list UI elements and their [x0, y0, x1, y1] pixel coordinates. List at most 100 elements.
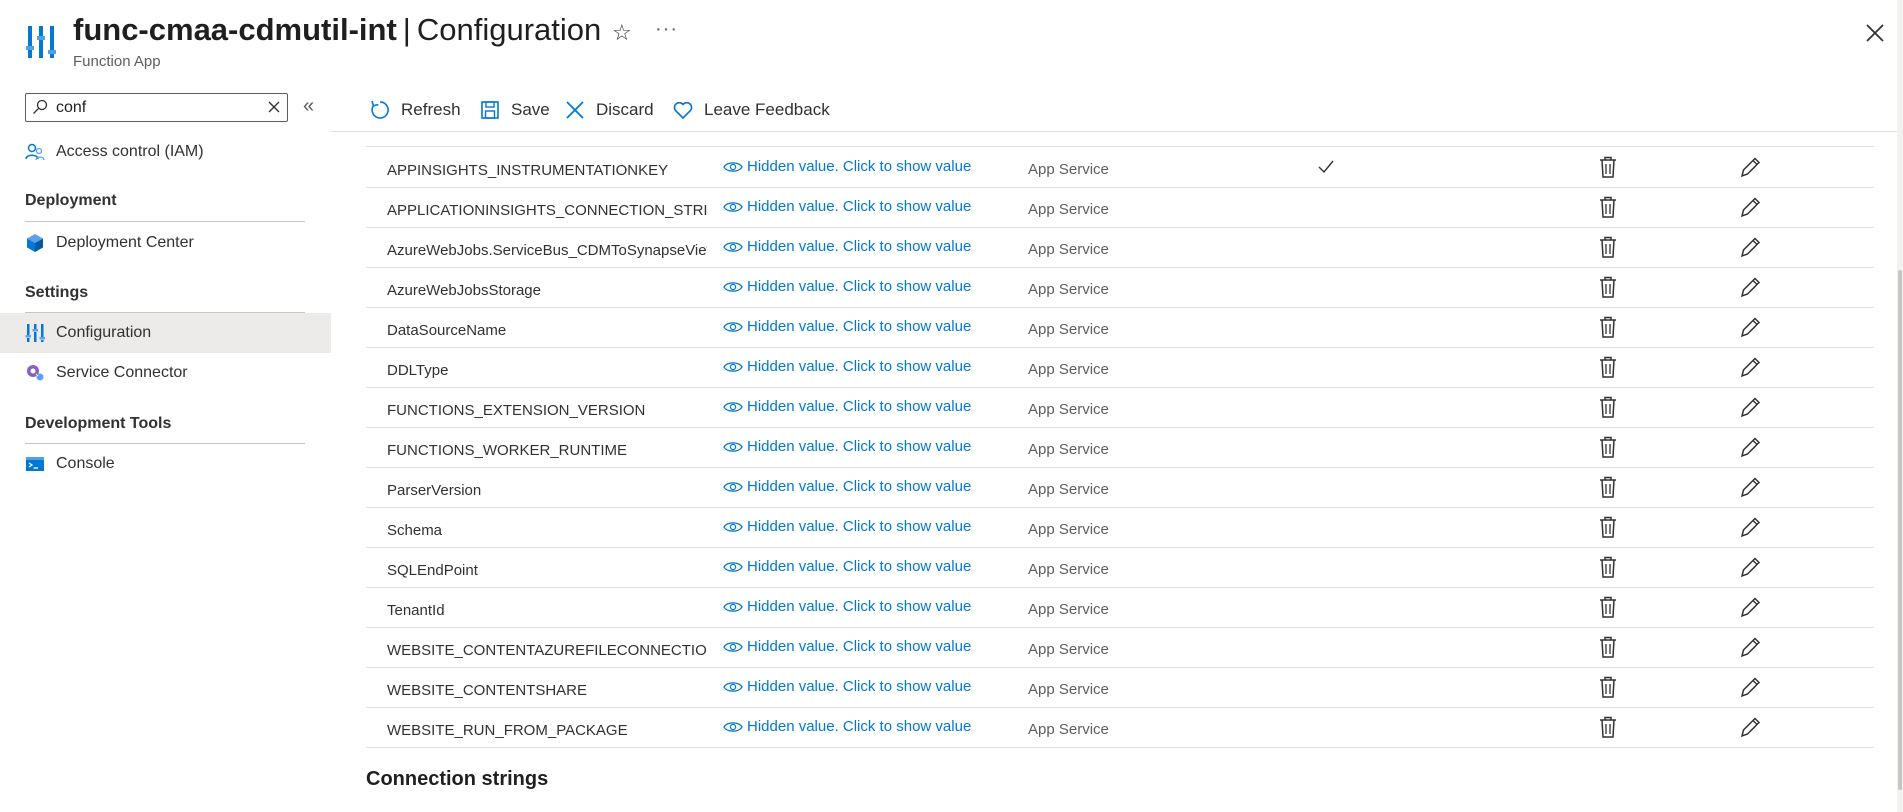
edit-pencil-icon[interactable]	[1738, 354, 1762, 380]
edit-pencil-icon[interactable]	[1738, 474, 1762, 500]
show-value-link[interactable]: Hidden value. Click to show value	[723, 598, 971, 615]
show-value-link[interactable]: Hidden value. Click to show value	[723, 398, 971, 415]
eye-icon	[723, 321, 743, 332]
close-icon[interactable]	[1862, 20, 1888, 46]
edit-pencil-icon[interactable]	[1738, 714, 1762, 740]
setting-name: SQLEndPoint	[387, 562, 478, 579]
table-row: APPLICATIONINSIGHTS_CONNECTION_STRING Hid…	[366, 188, 1874, 228]
delete-icon[interactable]	[1596, 594, 1620, 620]
show-value-link[interactable]: Hidden value. Click to show value	[723, 358, 971, 375]
show-value-link[interactable]: Hidden value. Click to show value	[723, 718, 971, 735]
delete-icon[interactable]	[1596, 194, 1620, 220]
menu-search-input[interactable]	[56, 97, 256, 118]
show-value-link[interactable]: Hidden value. Click to show value	[723, 238, 971, 255]
hidden-value-text: Hidden value. Click to show value	[747, 158, 972, 175]
show-value-link[interactable]: Hidden value. Click to show value	[723, 278, 971, 295]
show-value-link[interactable]: Hidden value. Click to show value	[723, 478, 971, 495]
table-row: DataSourceName Hidden value. Click to sho…	[366, 308, 1874, 348]
save-button[interactable]: Save	[479, 97, 550, 123]
edit-pencil-icon[interactable]	[1738, 594, 1762, 620]
refresh-button[interactable]: Refresh	[369, 97, 461, 123]
leave-feedback-button[interactable]: Leave Feedback	[672, 97, 830, 123]
deployment-slot-setting	[1316, 237, 1336, 257]
setting-source: App Service	[1028, 401, 1109, 418]
scrollbar-thumb[interactable]	[1898, 270, 1902, 790]
table-row: Schema Hidden value. Click to show value A…	[366, 508, 1874, 548]
edit-pencil-icon[interactable]	[1738, 314, 1762, 340]
section-deployment: Deployment	[25, 192, 117, 209]
show-value-link[interactable]: Hidden value. Click to show value	[723, 558, 971, 575]
setting-source: App Service	[1028, 161, 1109, 178]
setting-name: DataSourceName	[387, 322, 507, 339]
eye-icon	[723, 241, 743, 252]
blade-name: Configuration	[416, 12, 602, 47]
show-value-link[interactable]: Hidden value. Click to show value	[723, 638, 971, 655]
delete-icon[interactable]	[1596, 474, 1620, 500]
eye-icon	[723, 481, 743, 492]
show-value-link[interactable]: Hidden value. Click to show value	[723, 198, 971, 215]
eye-icon	[723, 441, 743, 452]
table-row: AzureWebJobsStorage Hidden value. Click t…	[366, 268, 1874, 308]
eye-icon	[723, 201, 743, 212]
collapse-menu-icon[interactable]: «	[303, 95, 314, 118]
show-value-link[interactable]: Hidden value. Click to show value	[723, 158, 971, 175]
delete-icon[interactable]	[1596, 634, 1620, 660]
edit-pencil-icon[interactable]	[1738, 634, 1762, 660]
eye-icon	[723, 521, 743, 532]
setting-source: App Service	[1028, 681, 1109, 698]
deployment-slot-setting	[1316, 397, 1336, 417]
show-value-link[interactable]: Hidden value. Click to show value	[723, 518, 971, 535]
deployment-slot-setting	[1316, 637, 1336, 657]
show-value-link[interactable]: Hidden value. Click to show value	[723, 678, 971, 695]
setting-source: App Service	[1028, 321, 1109, 338]
deployment-slot-setting	[1316, 437, 1336, 457]
edit-pencil-icon[interactable]	[1738, 394, 1762, 420]
delete-icon[interactable]	[1596, 154, 1620, 180]
hidden-value-text: Hidden value. Click to show value	[747, 238, 972, 255]
hidden-value-text: Hidden value. Click to show value	[747, 718, 972, 735]
delete-icon[interactable]	[1596, 314, 1620, 340]
setting-name: WEBSITE_CONTENTSHARE	[387, 682, 588, 699]
deployment-slot-setting	[1316, 677, 1336, 697]
menu-search-box[interactable]	[25, 93, 288, 122]
favorite-star-icon[interactable]: ☆	[612, 20, 632, 46]
hidden-value-text: Hidden value. Click to show value	[747, 638, 972, 655]
edit-pencil-icon[interactable]	[1738, 434, 1762, 460]
menu-item-deployment-center[interactable]: Deployment Center	[0, 223, 331, 263]
clear-search-icon[interactable]	[266, 99, 282, 115]
eye-icon	[723, 681, 743, 692]
delete-icon[interactable]	[1596, 434, 1620, 460]
menu-item-service-connector[interactable]: Service Connector	[0, 353, 331, 393]
more-options-icon[interactable]: ···	[655, 18, 678, 41]
deployment-slot-setting	[1316, 597, 1336, 617]
resource-type: Function App	[73, 53, 161, 70]
delete-icon[interactable]	[1596, 514, 1620, 540]
edit-pencil-icon[interactable]	[1738, 514, 1762, 540]
show-value-link[interactable]: Hidden value. Click to show value	[723, 438, 971, 455]
eye-icon	[723, 641, 743, 652]
edit-pencil-icon[interactable]	[1738, 274, 1762, 300]
setting-source: App Service	[1028, 561, 1109, 578]
delete-icon[interactable]	[1596, 554, 1620, 580]
menu-item-console[interactable]: Console	[0, 444, 331, 484]
setting-name: AzureWebJobs.ServiceBus_CDMToSynapseView	[387, 242, 707, 259]
menu-item-configuration[interactable]: Configuration	[0, 313, 331, 353]
delete-icon[interactable]	[1596, 394, 1620, 420]
delete-icon[interactable]	[1596, 274, 1620, 300]
edit-pencil-icon[interactable]	[1738, 154, 1762, 180]
show-value-link[interactable]: Hidden value. Click to show value	[723, 318, 971, 335]
delete-icon[interactable]	[1596, 674, 1620, 700]
edit-pencil-icon[interactable]	[1738, 554, 1762, 580]
edit-pencil-icon[interactable]	[1738, 674, 1762, 700]
discard-button[interactable]: Discard	[564, 97, 654, 123]
table-row: WEBSITE_CONTENTSHARE Hidden value. Click …	[366, 668, 1874, 708]
menu-item-access-control[interactable]: Access control (IAM)	[0, 132, 331, 172]
checkmark-icon	[1318, 160, 1334, 174]
edit-pencil-icon[interactable]	[1738, 234, 1762, 260]
edit-pencil-icon[interactable]	[1738, 194, 1762, 220]
delete-icon[interactable]	[1596, 234, 1620, 260]
page-title: func-cmaa-cdmutil-int | Configuration	[73, 12, 601, 48]
delete-icon[interactable]	[1596, 354, 1620, 380]
table-row: TenantId Hidden value. Click to show valu…	[366, 588, 1874, 628]
delete-icon[interactable]	[1596, 714, 1620, 740]
